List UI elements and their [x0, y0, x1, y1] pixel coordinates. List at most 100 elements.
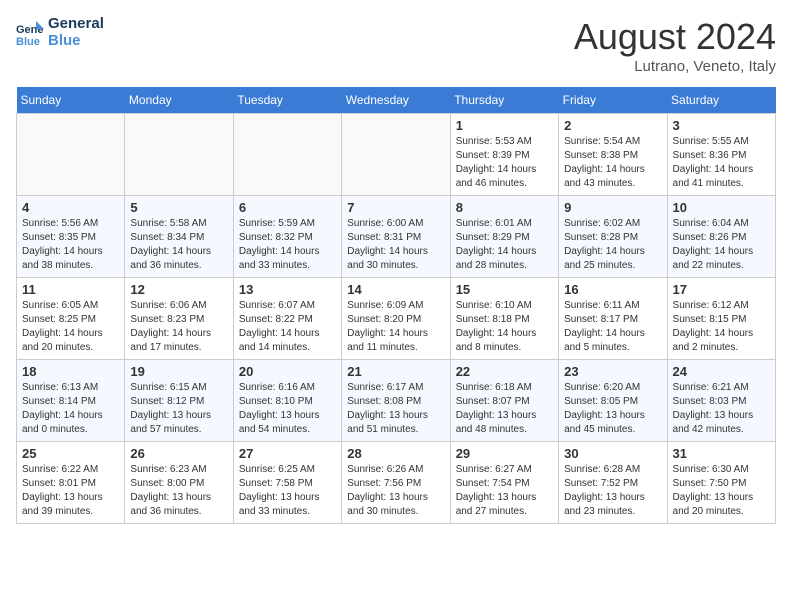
- day-info: Sunrise: 6:16 AM Sunset: 8:10 PM Dayligh…: [239, 381, 336, 437]
- day-number: 8: [456, 200, 553, 215]
- day-number: 10: [673, 200, 770, 215]
- day-number: 2: [564, 118, 661, 133]
- weekday-header-sunday: Sunday: [17, 87, 125, 114]
- calendar-cell: 1 Sunrise: 5:53 AM Sunset: 8:39 PM Daylig…: [450, 114, 558, 196]
- day-info: Sunrise: 6:02 AM Sunset: 8:28 PM Dayligh…: [564, 217, 661, 273]
- day-info: Sunrise: 6:20 AM Sunset: 8:05 PM Dayligh…: [564, 381, 661, 437]
- day-info: Sunrise: 6:25 AM Sunset: 7:58 PM Dayligh…: [239, 463, 336, 519]
- day-info: Sunrise: 6:13 AM Sunset: 8:14 PM Dayligh…: [22, 381, 119, 437]
- day-info: Sunrise: 6:05 AM Sunset: 8:25 PM Dayligh…: [22, 299, 119, 355]
- calendar-cell: 8 Sunrise: 6:01 AM Sunset: 8:29 PM Daylig…: [450, 196, 558, 278]
- day-info: Sunrise: 6:28 AM Sunset: 7:52 PM Dayligh…: [564, 463, 661, 519]
- day-number: 18: [22, 364, 119, 379]
- day-info: Sunrise: 6:23 AM Sunset: 8:00 PM Dayligh…: [130, 463, 227, 519]
- day-number: 9: [564, 200, 661, 215]
- calendar-cell: 16 Sunrise: 6:11 AM Sunset: 8:17 PM Dayli…: [559, 278, 667, 360]
- calendar-cell: 26Sunrise: 6:23 AM Sunset: 8:00 PM Dayli…: [125, 442, 233, 524]
- day-number: 5: [130, 200, 227, 215]
- calendar-cell: 10 Sunrise: 6:04 AM Sunset: 8:26 PM Dayli…: [667, 196, 775, 278]
- weekday-header-tuesday: Tuesday: [233, 87, 341, 114]
- weekday-header-friday: Friday: [559, 87, 667, 114]
- weekday-header-monday: Monday: [125, 87, 233, 114]
- calendar-cell: 20 Sunrise: 6:16 AM Sunset: 8:10 PM Dayli…: [233, 360, 341, 442]
- calendar-cell: 11 Sunrise: 6:05 AM Sunset: 8:25 PM Dayli…: [17, 278, 125, 360]
- calendar-cell: 2 Sunrise: 5:54 AM Sunset: 8:38 PM Daylig…: [559, 114, 667, 196]
- week-row-5: 25Sunrise: 6:22 AM Sunset: 8:01 PM Dayli…: [17, 442, 776, 524]
- calendar-cell: 30Sunrise: 6:28 AM Sunset: 7:52 PM Dayli…: [559, 442, 667, 524]
- day-info: Sunrise: 6:12 AM Sunset: 8:15 PM Dayligh…: [673, 299, 770, 355]
- day-info: Sunrise: 5:58 AM Sunset: 8:34 PM Dayligh…: [130, 217, 227, 273]
- week-row-2: 4 Sunrise: 5:56 AM Sunset: 8:35 PM Daylig…: [17, 196, 776, 278]
- day-number: 7: [347, 200, 444, 215]
- page-header: General Blue General Blue August 2024 Lu…: [16, 16, 776, 75]
- day-number: 20: [239, 364, 336, 379]
- calendar-cell: 14 Sunrise: 6:09 AM Sunset: 8:20 PM Dayli…: [342, 278, 450, 360]
- day-number: 11: [22, 282, 119, 297]
- location: Lutrano, Veneto, Italy: [574, 58, 776, 75]
- calendar-cell: 31Sunrise: 6:30 AM Sunset: 7:50 PM Dayli…: [667, 442, 775, 524]
- day-info: Sunrise: 6:21 AM Sunset: 8:03 PM Dayligh…: [673, 381, 770, 437]
- day-info: Sunrise: 6:11 AM Sunset: 8:17 PM Dayligh…: [564, 299, 661, 355]
- calendar-cell: 9 Sunrise: 6:02 AM Sunset: 8:28 PM Daylig…: [559, 196, 667, 278]
- calendar-cell: 12 Sunrise: 6:06 AM Sunset: 8:23 PM Dayli…: [125, 278, 233, 360]
- calendar-cell: 22 Sunrise: 6:18 AM Sunset: 8:07 PM Dayli…: [450, 360, 558, 442]
- calendar-cell: 28Sunrise: 6:26 AM Sunset: 7:56 PM Dayli…: [342, 442, 450, 524]
- day-info: Sunrise: 6:26 AM Sunset: 7:56 PM Dayligh…: [347, 463, 444, 519]
- logo-general: General: [48, 16, 104, 33]
- day-info: Sunrise: 6:04 AM Sunset: 8:26 PM Dayligh…: [673, 217, 770, 273]
- calendar-cell: 3 Sunrise: 5:55 AM Sunset: 8:36 PM Daylig…: [667, 114, 775, 196]
- day-number: 14: [347, 282, 444, 297]
- calendar-cell: 5 Sunrise: 5:58 AM Sunset: 8:34 PM Daylig…: [125, 196, 233, 278]
- day-info: Sunrise: 6:15 AM Sunset: 8:12 PM Dayligh…: [130, 381, 227, 437]
- day-number: 12: [130, 282, 227, 297]
- day-info: Sunrise: 6:17 AM Sunset: 8:08 PM Dayligh…: [347, 381, 444, 437]
- day-number: 3: [673, 118, 770, 133]
- day-info: Sunrise: 5:53 AM Sunset: 8:39 PM Dayligh…: [456, 135, 553, 191]
- day-number: 4: [22, 200, 119, 215]
- day-info: Sunrise: 6:07 AM Sunset: 8:22 PM Dayligh…: [239, 299, 336, 355]
- calendar-cell: 4 Sunrise: 5:56 AM Sunset: 8:35 PM Daylig…: [17, 196, 125, 278]
- day-number: 27: [239, 446, 336, 461]
- day-info: Sunrise: 6:30 AM Sunset: 7:50 PM Dayligh…: [673, 463, 770, 519]
- logo: General Blue General Blue: [16, 16, 104, 49]
- day-number: 15: [456, 282, 553, 297]
- day-number: 29: [456, 446, 553, 461]
- day-info: Sunrise: 5:55 AM Sunset: 8:36 PM Dayligh…: [673, 135, 770, 191]
- calendar-cell: [233, 114, 341, 196]
- calendar-cell: 7Sunrise: 6:00 AM Sunset: 8:31 PM Daylig…: [342, 196, 450, 278]
- day-number: 21: [347, 364, 444, 379]
- day-info: Sunrise: 6:09 AM Sunset: 8:20 PM Dayligh…: [347, 299, 444, 355]
- logo-blue: Blue: [48, 33, 104, 50]
- week-row-3: 11 Sunrise: 6:05 AM Sunset: 8:25 PM Dayli…: [17, 278, 776, 360]
- calendar-cell: 29 Sunrise: 6:27 AM Sunset: 7:54 PM Dayli…: [450, 442, 558, 524]
- day-number: 25: [22, 446, 119, 461]
- calendar-cell: 21 Sunrise: 6:17 AM Sunset: 8:08 PM Dayli…: [342, 360, 450, 442]
- calendar-cell: [125, 114, 233, 196]
- week-row-1: 1 Sunrise: 5:53 AM Sunset: 8:39 PM Daylig…: [17, 114, 776, 196]
- weekday-header-row: SundayMondayTuesdayWednesdayThursdayFrid…: [17, 87, 776, 114]
- day-number: 22: [456, 364, 553, 379]
- day-info: Sunrise: 5:59 AM Sunset: 8:32 PM Dayligh…: [239, 217, 336, 273]
- calendar-cell: [342, 114, 450, 196]
- month-title: August 2024: [574, 16, 776, 58]
- weekday-header-saturday: Saturday: [667, 87, 775, 114]
- weekday-header-thursday: Thursday: [450, 87, 558, 114]
- day-number: 1: [456, 118, 553, 133]
- weekday-header-wednesday: Wednesday: [342, 87, 450, 114]
- day-number: 24: [673, 364, 770, 379]
- day-number: 13: [239, 282, 336, 297]
- day-info: Sunrise: 6:06 AM Sunset: 8:23 PM Dayligh…: [130, 299, 227, 355]
- calendar-cell: 25Sunrise: 6:22 AM Sunset: 8:01 PM Dayli…: [17, 442, 125, 524]
- day-info: Sunrise: 6:27 AM Sunset: 7:54 PM Dayligh…: [456, 463, 553, 519]
- calendar-cell: 17Sunrise: 6:12 AM Sunset: 8:15 PM Dayli…: [667, 278, 775, 360]
- calendar-cell: 6 Sunrise: 5:59 AM Sunset: 8:32 PM Daylig…: [233, 196, 341, 278]
- day-info: Sunrise: 6:18 AM Sunset: 8:07 PM Dayligh…: [456, 381, 553, 437]
- calendar-table: SundayMondayTuesdayWednesdayThursdayFrid…: [16, 87, 776, 524]
- day-info: Sunrise: 6:10 AM Sunset: 8:18 PM Dayligh…: [456, 299, 553, 355]
- day-info: Sunrise: 5:56 AM Sunset: 8:35 PM Dayligh…: [22, 217, 119, 273]
- day-info: Sunrise: 5:54 AM Sunset: 8:38 PM Dayligh…: [564, 135, 661, 191]
- day-number: 16: [564, 282, 661, 297]
- day-number: 19: [130, 364, 227, 379]
- day-info: Sunrise: 6:01 AM Sunset: 8:29 PM Dayligh…: [456, 217, 553, 273]
- day-number: 6: [239, 200, 336, 215]
